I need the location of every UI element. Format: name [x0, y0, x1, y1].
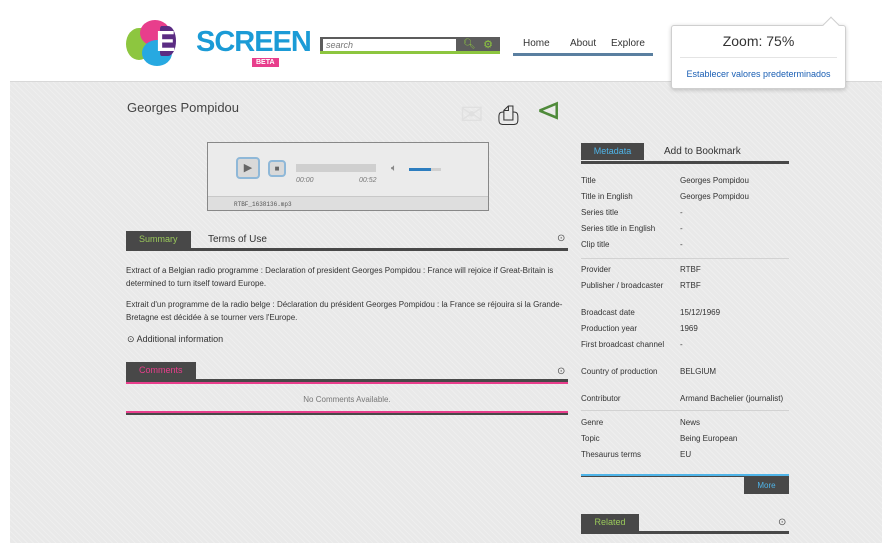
zoom-popup: Zoom: 75% Establecer valores predetermin…	[671, 16, 846, 89]
comments-top-rule	[126, 382, 568, 384]
logo-text-eu: EU	[156, 26, 195, 58]
nav-home[interactable]: Home	[523, 38, 550, 49]
metadata-value: -	[680, 340, 683, 349]
search-input[interactable]	[323, 39, 456, 51]
metadata-key: Production year	[581, 324, 638, 333]
beta-badge: BETA	[252, 58, 279, 67]
tab-summary[interactable]: Summary	[126, 231, 191, 248]
metadata-key: First broadcast channel	[581, 340, 665, 349]
search-bar: 🔍︎ ⚙	[320, 37, 500, 54]
summary-tabbar: Summary Terms of Use	[126, 231, 568, 251]
volume-slider[interactable]	[409, 168, 441, 171]
play-button[interactable]: ▶	[236, 157, 260, 179]
related-tab-rule	[581, 531, 789, 534]
tab-related[interactable]: Related	[581, 514, 639, 531]
tab-comments[interactable]: Comments	[126, 362, 196, 379]
zoom-reset-link[interactable]: Establecer valores predeterminados	[672, 69, 845, 79]
metadata-value: News	[680, 418, 701, 427]
volume-level	[409, 168, 432, 171]
euscreen-logo[interactable]: EU SCREEN BETA	[126, 20, 312, 70]
metadata-value: Georges Pompidou	[680, 192, 749, 201]
metadata-value: Georges Pompidou	[680, 176, 749, 185]
metadata-value: RTBF	[680, 281, 701, 290]
comments-tabbar: Comments	[126, 362, 568, 382]
share-icon[interactable]: ⊲	[536, 96, 561, 126]
summary-text-en: Extract of a Belgian radio programme : D…	[126, 266, 554, 288]
collapse-icon[interactable]: ⊙	[557, 233, 565, 244]
tab-terms-of-use[interactable]: Terms of Use	[208, 231, 267, 248]
metadata-value: BELGIUM	[680, 367, 717, 376]
metadata-key: Country of production	[581, 367, 658, 376]
current-time: 00:00	[296, 177, 314, 184]
mail-icon[interactable]: ✉	[460, 101, 483, 129]
audio-player: ▶ ■ 00:00 00:52 🔈︎ RTBF_1638136.mp3	[207, 142, 489, 211]
comments-bottom-rule	[126, 413, 568, 415]
gear-icon[interactable]: ⚙	[482, 39, 494, 51]
page-title: Georges Pompidou	[127, 100, 240, 115]
volume-icon[interactable]: 🔈︎	[391, 163, 397, 174]
metadata-key: Title in English	[581, 192, 633, 201]
tab-metadata[interactable]: Metadata	[581, 143, 644, 160]
more-button[interactable]: More	[744, 477, 789, 494]
divider	[581, 258, 789, 259]
main-nav: Home About Explore	[513, 36, 653, 56]
metadata-key: Broadcast date	[581, 308, 635, 317]
stop-button[interactable]: ■	[268, 160, 286, 177]
metadata-key: Series title	[581, 208, 619, 217]
metadata-value: -	[680, 224, 683, 233]
metadata-tab-rule	[581, 161, 789, 164]
metadata-value: EU	[680, 450, 692, 459]
metadata-key: Genre	[581, 418, 604, 427]
metadata-key: Topic	[581, 434, 600, 443]
tab-underline	[126, 248, 568, 251]
metadata-value: -	[680, 208, 683, 217]
metadata-value: -	[680, 240, 683, 249]
file-name: RTBF_1638136.mp3	[234, 201, 292, 208]
metadata-value: 15/12/1969	[680, 308, 721, 317]
metadata-key: Provider	[581, 265, 611, 274]
divider	[680, 57, 837, 58]
additional-info-link[interactable]: ⊙ Additional information	[127, 334, 223, 345]
metadata-value: 1969	[680, 324, 698, 333]
nav-about[interactable]: About	[570, 38, 596, 49]
metadata-key: Publisher / broadcaster	[581, 281, 664, 290]
progress-track[interactable]	[296, 164, 376, 172]
zoom-level-label: Zoom: 75%	[722, 33, 795, 49]
metadata-value: Armand Bachelier (journalist)	[680, 394, 784, 403]
logo-text-screen: SCREEN	[196, 26, 312, 58]
metadata-value: Being European	[680, 434, 738, 443]
metadata-key: Contributor	[581, 394, 621, 403]
total-time: 00:52	[359, 177, 377, 184]
summary-text-fr: Extrait d'un programme de la radio belge…	[126, 300, 563, 322]
search-icon[interactable]: 🔍︎	[463, 39, 476, 51]
metadata-key: Thesaurus terms	[581, 450, 642, 459]
metadata-key: Series title in English	[581, 224, 656, 233]
metadata-key: Clip title	[581, 240, 610, 249]
no-comments-text: No Comments Available.	[303, 395, 391, 404]
tab-add-to-bookmark[interactable]: Add to Bookmark	[664, 143, 741, 160]
expand-icon: ⊙	[127, 334, 135, 344]
divider	[581, 410, 789, 411]
metadata-value: RTBF	[680, 265, 701, 274]
additional-info-label: Additional information	[136, 334, 224, 344]
collapse-icon[interactable]: ⊙	[557, 366, 565, 377]
metadata-key: Title	[581, 176, 596, 185]
print-icon[interactable]: ⎙	[498, 101, 519, 129]
nav-explore[interactable]: Explore	[611, 38, 645, 49]
collapse-icon[interactable]: ⊙	[778, 517, 786, 528]
